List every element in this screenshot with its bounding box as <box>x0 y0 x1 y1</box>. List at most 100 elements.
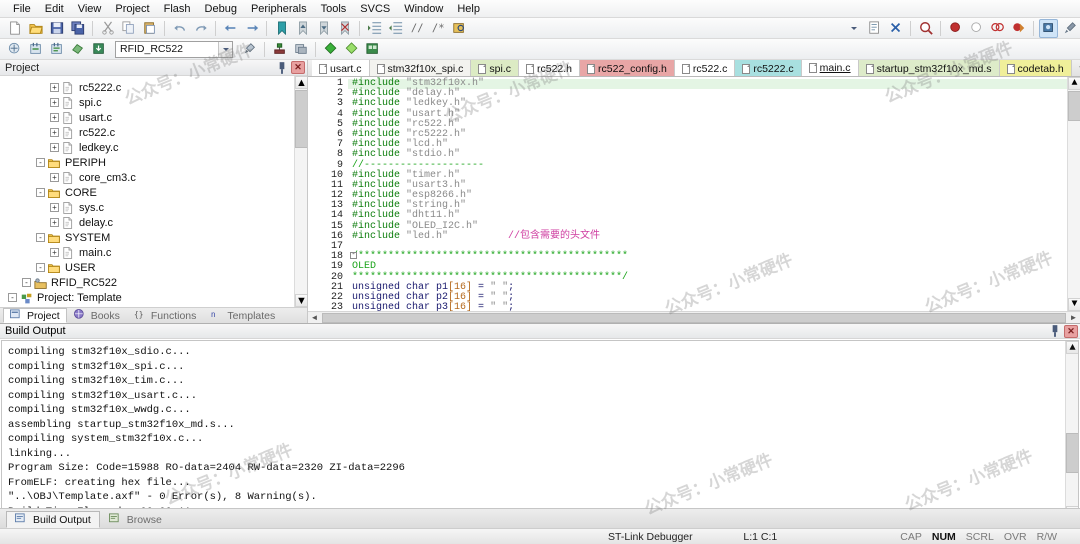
code-line[interactable]: -/**************************************… <box>348 252 1080 262</box>
open-file-icon[interactable] <box>26 19 45 38</box>
expand-icon[interactable]: + <box>50 218 59 227</box>
code-lines[interactable]: #include "stm32f10x.h" #include "delay.h"… <box>348 77 1080 311</box>
pack-installer-icon[interactable] <box>321 40 340 59</box>
collapse-icon[interactable]: - <box>8 293 17 302</box>
scroll-up-icon[interactable]: ▲ <box>1068 77 1080 90</box>
debug-session-icon[interactable] <box>1039 18 1058 38</box>
build-output-scrollbar[interactable]: ▲ ▼ <box>1065 341 1078 519</box>
tree-item-periph[interactable]: - PERIPH <box>4 155 307 170</box>
tree-item-system[interactable]: - SYSTEM <box>4 230 307 245</box>
breakpoint-kill-all-icon[interactable] <box>1009 19 1028 38</box>
copy-icon[interactable] <box>119 19 138 38</box>
pane-tab-project[interactable]: Project <box>3 308 67 323</box>
translate-icon[interactable] <box>5 40 24 59</box>
project-tree-scrollbar[interactable]: ▲ ▼ <box>294 76 307 307</box>
target-select[interactable]: RFID_RC522 <box>115 40 233 58</box>
tree-item-rfid-rc522[interactable]: - RFID_RC522 <box>4 275 307 290</box>
manage-components-icon[interactable] <box>270 40 289 59</box>
tab-list-icon[interactable]: ▾ <box>1076 62 1080 75</box>
close-icon[interactable]: ✕ <box>1064 324 1078 338</box>
expand-icon[interactable]: + <box>50 98 59 107</box>
manage-run-env-icon[interactable] <box>291 40 310 59</box>
scroll-right-icon[interactable]: ► <box>1067 313 1080 322</box>
tree-item-rc522-c[interactable]: + rc522.c <box>4 125 307 140</box>
expand-icon[interactable]: + <box>50 248 59 257</box>
uncomment-icon[interactable]: /* <box>428 19 447 38</box>
target-options-icon[interactable] <box>240 40 259 59</box>
code-line[interactable]: unsigned char p3[16] = " "; <box>348 303 1080 311</box>
scroll-down-icon[interactable]: ▼ <box>1068 298 1080 311</box>
expand-icon[interactable]: + <box>50 203 59 212</box>
navigate-forward-icon[interactable] <box>242 19 261 38</box>
scroll-thumb[interactable] <box>1066 433 1078 473</box>
scroll-thumb[interactable] <box>295 90 307 148</box>
fold-toggle-icon[interactable]: - <box>350 252 357 260</box>
bookmark-prev-icon[interactable] <box>293 19 312 38</box>
menu-item-peripherals[interactable]: Peripherals <box>244 1 314 17</box>
editor-tab-rc522-c[interactable]: rc522.c <box>674 60 736 76</box>
save-all-icon[interactable] <box>68 19 87 38</box>
scroll-thumb[interactable] <box>1068 91 1080 121</box>
editor-tab-rc5222-c[interactable]: rc5222.c <box>735 60 802 76</box>
editor-tab-startup-stm32f10x-md-s[interactable]: startup_stm32f10x_md.s <box>858 60 1000 76</box>
expand-icon[interactable]: + <box>50 113 59 122</box>
scroll-down-icon[interactable]: ▼ <box>295 294 307 307</box>
find-icon[interactable] <box>886 19 905 38</box>
pane-tab-templates[interactable]: n Templates <box>203 308 282 323</box>
cut-icon[interactable] <box>98 19 117 38</box>
code-line[interactable]: #include "rc5222.h" <box>348 129 1080 140</box>
editor-tab-stm32f10x-spi-c[interactable]: stm32f10x_spi.c <box>369 60 472 76</box>
tree-item-main-c[interactable]: + main.c <box>4 245 307 260</box>
tree-item-spi-c[interactable]: + spi.c <box>4 95 307 110</box>
redo-icon[interactable] <box>191 19 210 38</box>
editor-horizontal-scrollbar[interactable]: ◄ ► <box>308 311 1080 323</box>
code-editor[interactable]: 1 2 3 4 5 6 7 8 9 10 11 12 13 14 15 16 17 18 19 20 21 22 23 #i… <box>308 77 1080 311</box>
rebuild-all-icon[interactable] <box>47 40 66 59</box>
undo-icon[interactable] <box>170 19 189 38</box>
code-line[interactable]: #include "led.h" //包含需要的头文件 <box>348 231 1080 242</box>
collapse-icon[interactable]: - <box>36 158 45 167</box>
scroll-up-icon[interactable]: ▲ <box>295 76 307 89</box>
tree-item-rc5222-c[interactable]: + rc5222.c <box>4 80 307 95</box>
tree-item-project--template[interactable]: - Project: Template <box>4 290 307 305</box>
collapse-icon[interactable]: - <box>36 188 45 197</box>
tree-item-sys-c[interactable]: + sys.c <box>4 200 307 215</box>
expand-icon[interactable]: + <box>50 128 59 137</box>
configure-tools-icon[interactable] <box>1060 19 1079 38</box>
bottom-tab-browse[interactable]: Browse <box>100 511 171 528</box>
collapse-icon[interactable]: - <box>22 278 31 287</box>
scroll-left-icon[interactable]: ◄ <box>308 313 321 322</box>
pane-tab-functions[interactable]: {} Functions <box>127 308 204 323</box>
download-icon[interactable] <box>89 40 108 59</box>
menu-item-tools[interactable]: Tools <box>314 1 354 17</box>
editor-tab-usart-c[interactable]: usart.c <box>312 60 370 76</box>
editor-tab-spi-c[interactable]: spi.c <box>471 60 519 76</box>
bottom-tab-build-output[interactable]: Build Output <box>6 511 100 528</box>
expand-icon[interactable]: + <box>50 143 59 152</box>
pane-tab-books[interactable]: Books <box>67 308 127 323</box>
menu-item-debug[interactable]: Debug <box>198 1 244 17</box>
zoom-find-icon[interactable] <box>916 19 935 38</box>
menu-item-project[interactable]: Project <box>108 1 156 17</box>
collapse-icon[interactable]: - <box>36 233 45 242</box>
menu-item-window[interactable]: Window <box>397 1 450 17</box>
tree-item-delay-c[interactable]: + delay.c <box>4 215 307 230</box>
editor-tab-rc522-h[interactable]: rc522.h <box>518 60 581 76</box>
chevron-down-icon[interactable] <box>218 41 232 57</box>
tree-item-user[interactable]: - USER <box>4 260 307 275</box>
pin-icon[interactable] <box>275 61 289 74</box>
editor-tab-codetab-h[interactable]: codetab.h <box>999 60 1072 76</box>
build-target-icon[interactable] <box>26 40 45 59</box>
breakpoint-disable-icon[interactable] <box>967 19 986 38</box>
menu-item-edit[interactable]: Edit <box>38 1 71 17</box>
expand-icon[interactable]: + <box>50 173 59 182</box>
browse-symbol-icon[interactable] <box>865 19 884 38</box>
scroll-up-icon[interactable]: ▲ <box>1066 341 1078 354</box>
paste-icon[interactable] <box>140 19 159 38</box>
pin-icon[interactable] <box>1048 325 1062 338</box>
indent-icon[interactable] <box>365 19 384 38</box>
menu-item-help[interactable]: Help <box>450 1 487 17</box>
multi-project-icon[interactable] <box>363 40 382 59</box>
editor-tab-rc522-config-h[interactable]: rc522_config.h <box>580 60 675 76</box>
breakpoint-disable-all-icon[interactable] <box>988 19 1007 38</box>
